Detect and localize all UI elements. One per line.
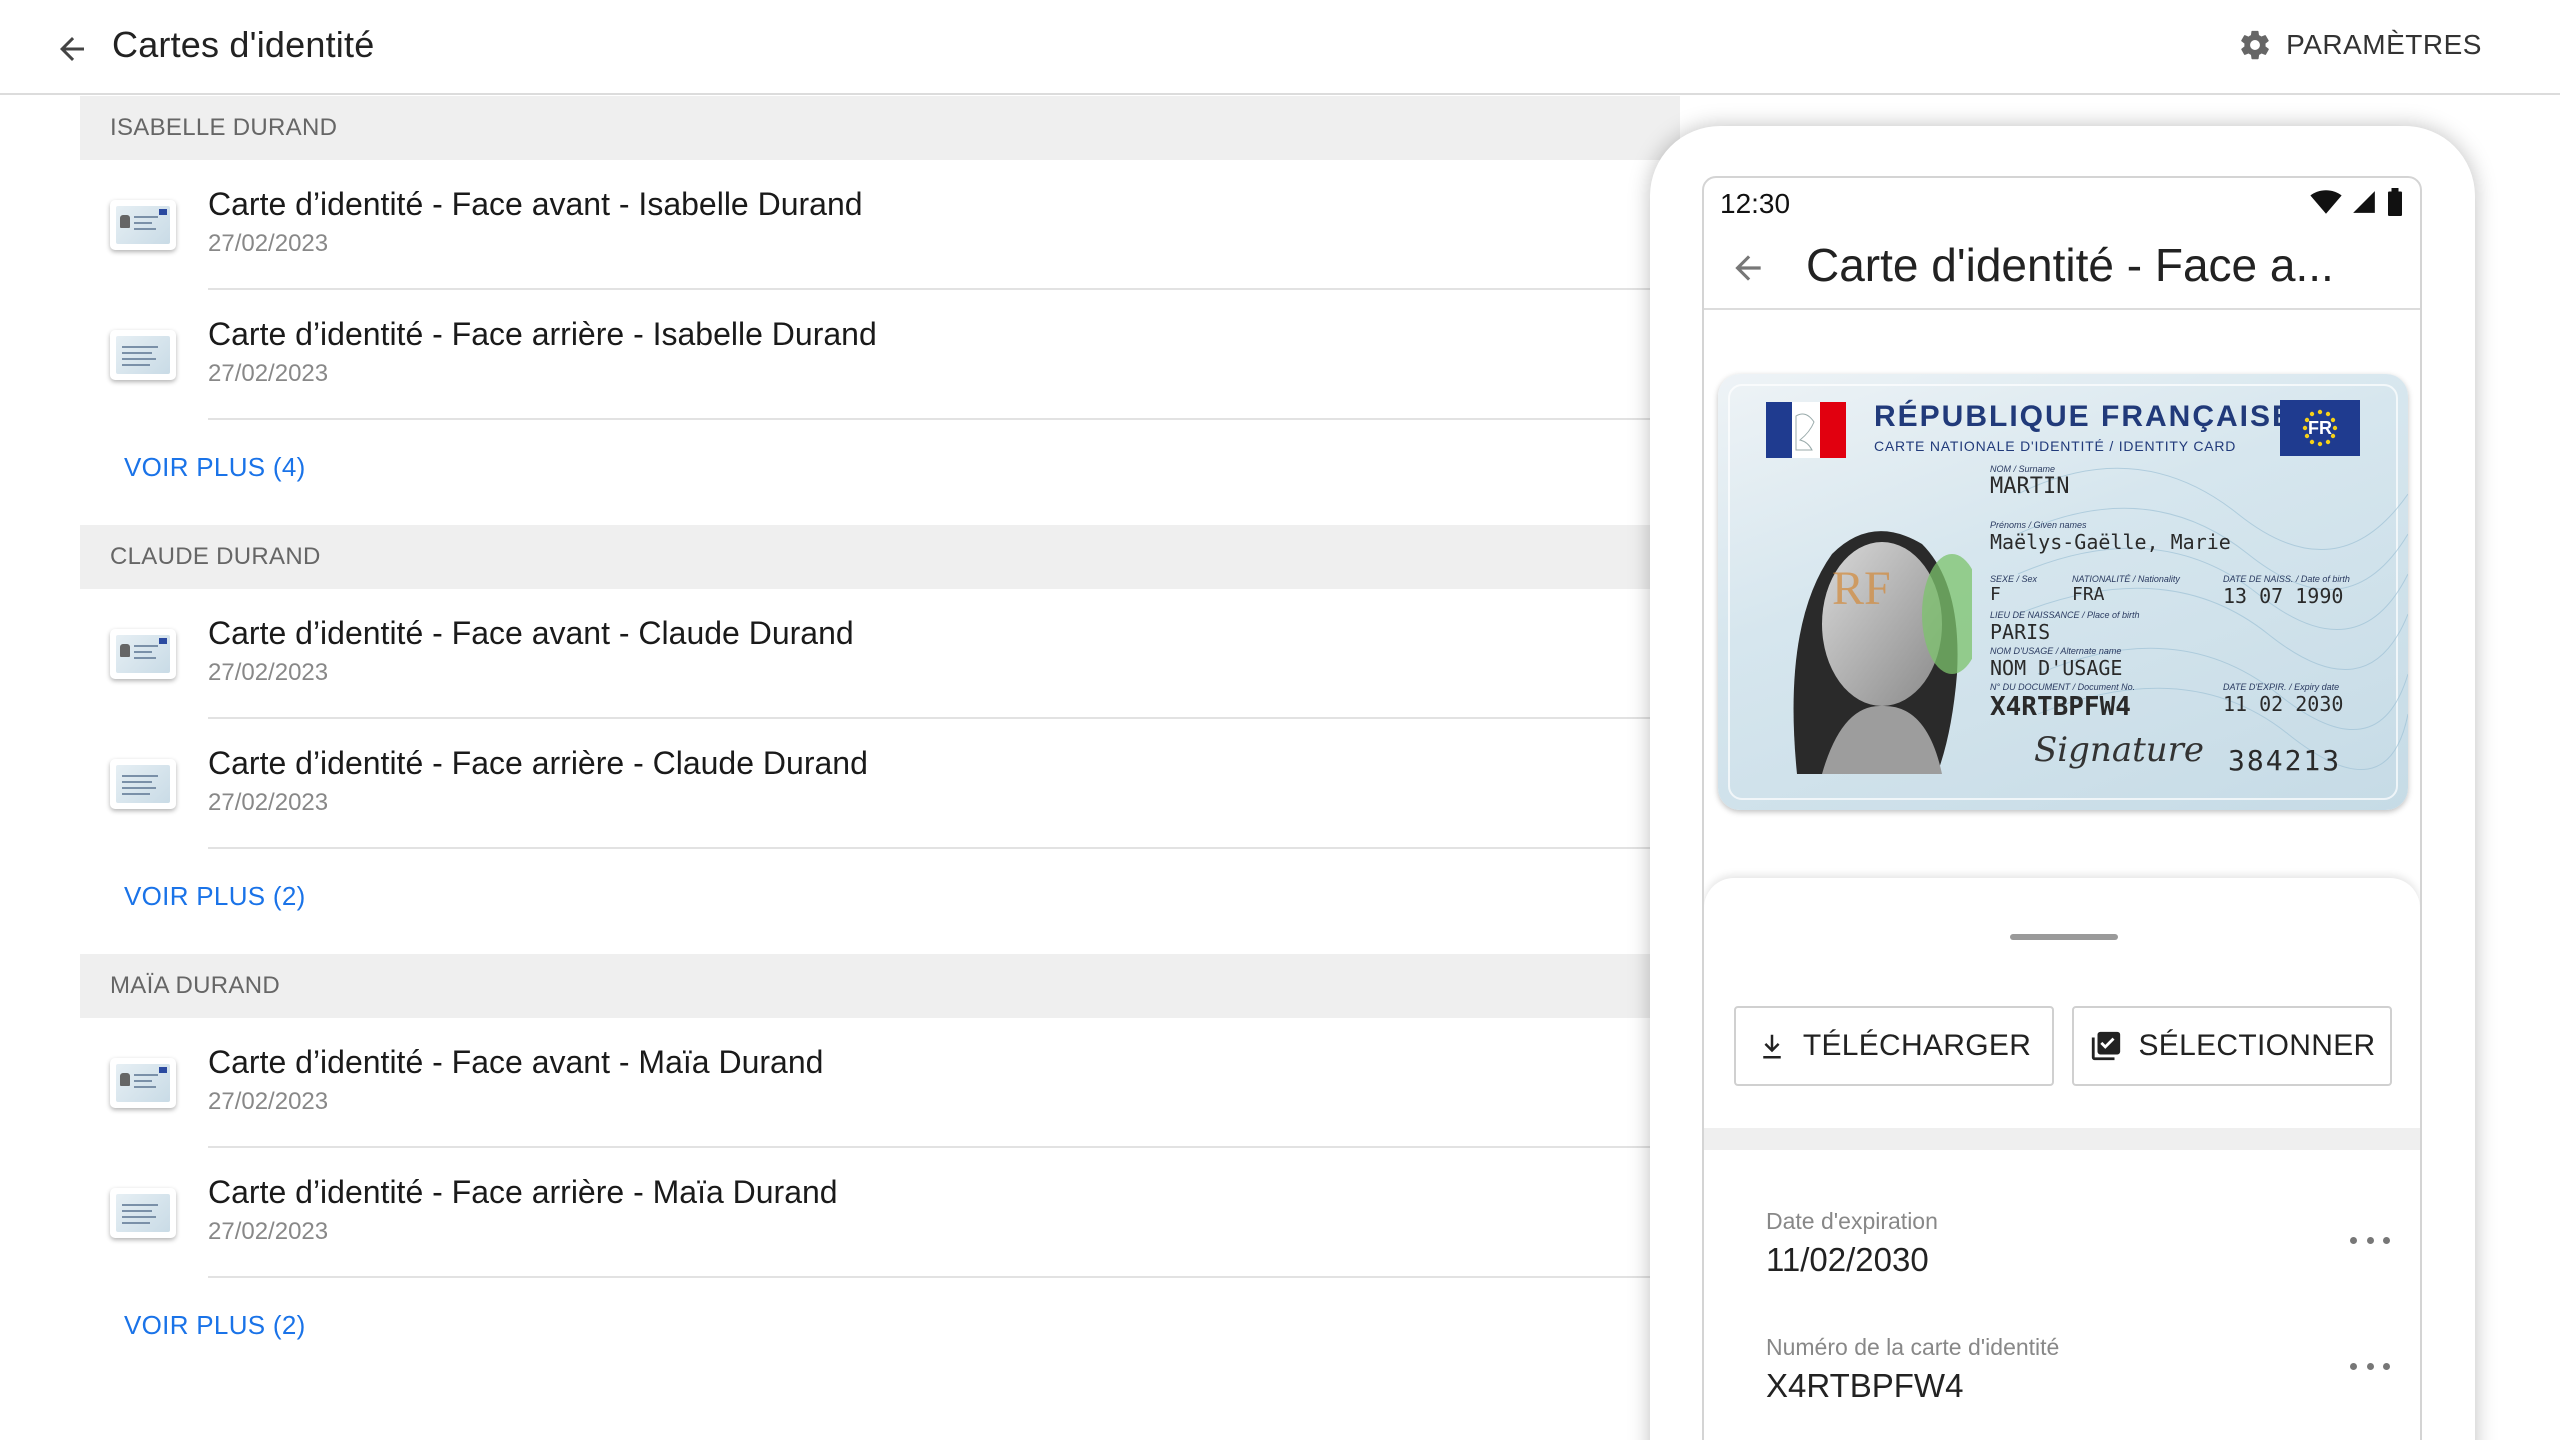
detail-label: Date d'expiration [1766, 1208, 1938, 1234]
item-date: 27/02/2023 [208, 1218, 329, 1245]
signal-icon [2353, 191, 2375, 213]
document-number-label: N° DU DOCUMENT / Document No. [1990, 682, 2136, 692]
download-icon [1763, 1034, 1781, 1059]
id-card-thumbnail [110, 759, 176, 809]
list-item[interactable]: Carte d’identité - Face arrière - Maïa D… [80, 1148, 1680, 1278]
marianne-logo-icon [1766, 402, 1846, 458]
list-item[interactable]: Carte d’identité - Face avant - Claude D… [80, 589, 1680, 719]
item-date: 27/02/2023 [208, 789, 329, 816]
back-arrow-icon[interactable] [1728, 248, 1768, 288]
detail-card-number: Numéro de la carte d'identité X4RTBPFW4 [1766, 1334, 2059, 1405]
document-list: ISABELLE DURAND Carte d’identité - Face … [80, 96, 1680, 1383]
separator-band [1704, 1128, 2420, 1150]
divider [208, 847, 1680, 849]
item-title: Carte d’identité - Face avant - Maïa Dur… [208, 1044, 824, 1080]
document-title: Carte d'identité - Face a... [1806, 239, 2334, 291]
eu-flag-icon: FR [2280, 400, 2360, 456]
status-bar: 12:30 [1704, 178, 2420, 226]
item-title: Carte d’identité - Face arrière - Isabel… [208, 316, 877, 352]
wifi-icon [2310, 190, 2342, 214]
list-item[interactable]: Carte d’identité - Face avant - Isabelle… [80, 160, 1680, 290]
nationality-label: NATIONALITÉ / Nationality [2072, 574, 2180, 584]
detail-label: Numéro de la carte d'identité [1766, 1334, 2060, 1360]
see-more-link[interactable]: VOIR PLUS (2) [80, 1278, 1680, 1383]
nationality-value: FRA [2072, 584, 2105, 605]
item-date: 27/02/2023 [208, 230, 329, 257]
surname-label: NOM / Surname [1990, 464, 2056, 474]
card-portrait: RF [1793, 531, 1972, 774]
id-card-thumbnail [110, 330, 176, 380]
item-date: 27/02/2023 [208, 659, 329, 686]
expiry-value: 11 02 2030 [2223, 692, 2344, 716]
divider [208, 418, 1680, 420]
list-item[interactable]: Carte d’identité - Face avant - Maïa Dur… [80, 1018, 1680, 1148]
phone-mockup: 12:30 Carte d'identité - Face a... RÉPUB… [1650, 126, 2475, 1440]
status-time: 12:30 [1720, 188, 1791, 219]
document-number-value: X4RTBPFW4 [1990, 692, 2131, 722]
see-more-link[interactable]: VOIR PLUS (4) [80, 420, 1680, 525]
item-title: Carte d’identité - Face avant - Claude D… [208, 615, 854, 651]
id-card-thumbnail [110, 200, 176, 250]
top-app-bar: Cartes d'identité PARAMÈTRES [0, 0, 2560, 95]
eu-country-code: FR [2308, 417, 2332, 438]
item-title: Carte d’identité - Face avant - Isabelle… [208, 186, 863, 222]
list-item[interactable]: Carte d’identité - Face arrière - Claude… [80, 719, 1680, 849]
divider [208, 1276, 1680, 1278]
id-card-thumbnail [110, 1058, 176, 1108]
card-access-number: 384213 [2228, 744, 2342, 777]
birthplace-value: PARIS [1990, 620, 2051, 644]
download-button[interactable]: TÉLÉCHARGER [1734, 1006, 2054, 1086]
select-button[interactable]: SÉLECTIONNER [2072, 1006, 2392, 1086]
id-card-thumbnail [110, 629, 176, 679]
card-subtitle: CARTE NATIONALE D'IDENTITÉ / IDENTITY CA… [1874, 438, 2237, 454]
group-header: ISABELLE DURAND [80, 96, 1680, 160]
birthplace-label: LIEU DE NAISSANCE / Place of birth [1990, 610, 2140, 620]
item-date: 27/02/2023 [208, 1088, 329, 1115]
id-card-preview: RÉPUBLIQUE FRANÇAISE CARTE NATIONALE D'I… [1718, 374, 2408, 810]
card-watermark: RF [1832, 562, 1891, 615]
battery-icon [2388, 188, 2402, 216]
given-names-label: Prénoms / Given names [1990, 520, 2087, 530]
given-names-value: Maëlys-Gaëlle, Marie [1990, 530, 2231, 554]
sex-value: F [1990, 584, 2001, 605]
usage-name-value: NOM D'USAGE [1990, 656, 2123, 680]
item-title: Carte d’identité - Face arrière - Maïa D… [208, 1174, 838, 1210]
birthdate-label: DATE DE NAISS. / Date of birth [2223, 574, 2350, 584]
settings-label: PARAMÈTRES [2286, 29, 2482, 60]
drag-handle[interactable] [2010, 934, 2118, 940]
sex-label: SEXE / Sex [1990, 574, 2038, 584]
settings-button[interactable]: PARAMÈTRES [2238, 28, 2482, 62]
more-options-icon[interactable] [2350, 1228, 2390, 1252]
document-header: Carte d'identité - Face a... [1704, 226, 2420, 310]
select-label: SÉLECTIONNER [2138, 1029, 2376, 1062]
item-date: 27/02/2023 [208, 360, 329, 387]
expiry-label: DATE D'EXPIR. / Expiry date [2223, 682, 2340, 692]
page-title: Cartes d'identité [112, 24, 375, 65]
birthdate-value: 13 07 1990 [2223, 584, 2344, 608]
more-options-icon[interactable] [2350, 1354, 2390, 1378]
select-checkbox-icon [2091, 1031, 2120, 1061]
phone-screen: 12:30 Carte d'identité - Face a... RÉPUB… [1702, 176, 2422, 1440]
group-header: MAÏA DURAND [80, 954, 1680, 1018]
download-label: TÉLÉCHARGER [1802, 1029, 2032, 1062]
usage-name-label: NOM D'USAGE / Alternate name [1990, 646, 2122, 656]
list-item[interactable]: Carte d’identité - Face arrière - Isabel… [80, 290, 1680, 420]
id-card-thumbnail [110, 1188, 176, 1238]
card-signature: Signature [2034, 730, 2205, 770]
detail-expiry: Date d'expiration 11/02/2030 [1766, 1208, 1938, 1279]
group-header: CLAUDE DURAND [80, 525, 1680, 589]
see-more-link[interactable]: VOIR PLUS (2) [80, 849, 1680, 954]
item-title: Carte d’identité - Face arrière - Claude… [208, 745, 868, 781]
card-country: RÉPUBLIQUE FRANÇAISE [1874, 400, 2295, 433]
gear-icon [2241, 30, 2269, 60]
bottom-sheet: TÉLÉCHARGER SÉLECTIONNER Date d'expirati… [1704, 878, 2420, 1440]
surname-value: MARTIN [1990, 474, 2070, 499]
detail-value: 11/02/2030 [1766, 1241, 1929, 1278]
back-arrow-icon[interactable] [50, 27, 94, 71]
detail-value: X4RTBPFW4 [1766, 1367, 1964, 1404]
